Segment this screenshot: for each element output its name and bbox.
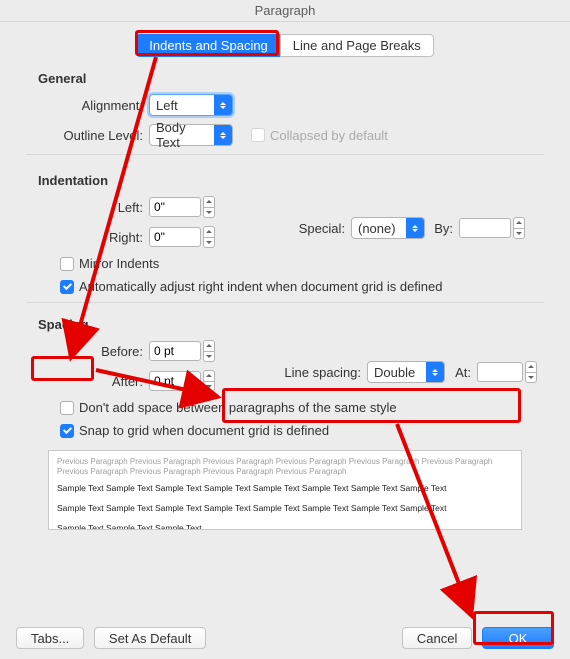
line-spacing-label: Line spacing:	[275, 365, 367, 380]
by-label: By:	[425, 221, 459, 236]
after-label: After:	[26, 374, 149, 389]
indent-left-label: Left:	[26, 200, 149, 215]
after-stepper[interactable]	[203, 370, 215, 392]
tab-bar: Indents and Spacing Line and Page Breaks	[0, 34, 570, 57]
section-indentation: Indentation	[38, 173, 544, 188]
set-default-button[interactable]: Set As Default	[94, 627, 206, 649]
dont-add-checkbox[interactable]	[60, 401, 74, 415]
snap-checkbox[interactable]	[60, 424, 74, 438]
indent-right-input[interactable]	[149, 227, 201, 247]
by-input[interactable]	[459, 218, 511, 238]
line-spacing-value: Double	[374, 365, 415, 380]
after-input[interactable]	[149, 371, 201, 391]
updown-icon	[426, 362, 444, 382]
updown-icon	[214, 125, 232, 145]
preview-sample: Sample Text Sample Text Sample Text Samp…	[57, 480, 513, 496]
line-spacing-select[interactable]: Double	[367, 361, 445, 383]
bottom-bar: Tabs... Set As Default Cancel OK	[0, 627, 570, 649]
collapsed-label: Collapsed by default	[270, 128, 388, 143]
before-stepper[interactable]	[203, 340, 215, 362]
indent-right-label: Right:	[26, 230, 149, 245]
at-label: At:	[445, 365, 477, 380]
collapsed-checkbox	[251, 128, 265, 142]
preview-sample2: Sample Text Sample Text Sample Text Samp…	[57, 500, 513, 516]
dont-add-label: Don't add space between paragraphs of th…	[79, 400, 397, 415]
ok-button[interactable]: OK	[482, 627, 554, 649]
divider	[26, 154, 544, 155]
cancel-button[interactable]: Cancel	[402, 627, 472, 649]
indent-right-stepper[interactable]	[203, 226, 215, 248]
preview-sample3: Sample Text Sample Text Sample Text	[57, 520, 513, 530]
mirror-checkbox[interactable]	[60, 257, 74, 271]
alignment-select[interactable]: Left	[149, 94, 233, 116]
preview-prev: Previous Paragraph Previous Paragraph Pr…	[57, 457, 513, 476]
snap-label: Snap to grid when document grid is defin…	[79, 423, 329, 438]
at-stepper[interactable]	[525, 361, 537, 383]
mirror-label: Mirror Indents	[79, 256, 159, 271]
alignment-label: Alignment:	[26, 98, 149, 113]
before-input[interactable]	[149, 341, 201, 361]
updown-icon	[214, 95, 232, 115]
section-spacing: Spacing	[38, 317, 544, 332]
updown-icon	[406, 218, 424, 238]
alignment-value: Left	[156, 98, 178, 113]
at-input[interactable]	[477, 362, 523, 382]
indent-left-stepper[interactable]	[203, 196, 215, 218]
auto-indent-label: Automatically adjust right indent when d…	[79, 279, 443, 294]
preview-panel: Previous Paragraph Previous Paragraph Pr…	[48, 450, 522, 530]
by-stepper[interactable]	[513, 217, 525, 239]
special-select[interactable]: (none)	[351, 217, 425, 239]
auto-indent-checkbox[interactable]	[60, 280, 74, 294]
before-label: Before:	[26, 344, 149, 359]
special-value: (none)	[358, 221, 396, 236]
indent-left-input[interactable]	[149, 197, 201, 217]
tab-indents-spacing[interactable]: Indents and Spacing	[136, 34, 280, 57]
outline-select[interactable]: Body Text	[149, 124, 233, 146]
outline-label: Outline Level:	[26, 128, 149, 143]
window-title: Paragraph	[0, 0, 570, 22]
special-label: Special:	[285, 221, 351, 236]
outline-value: Body Text	[156, 120, 212, 150]
section-general: General	[38, 71, 544, 86]
divider	[26, 302, 544, 303]
tab-line-page-breaks[interactable]: Line and Page Breaks	[280, 34, 434, 57]
tabs-button[interactable]: Tabs...	[16, 627, 84, 649]
